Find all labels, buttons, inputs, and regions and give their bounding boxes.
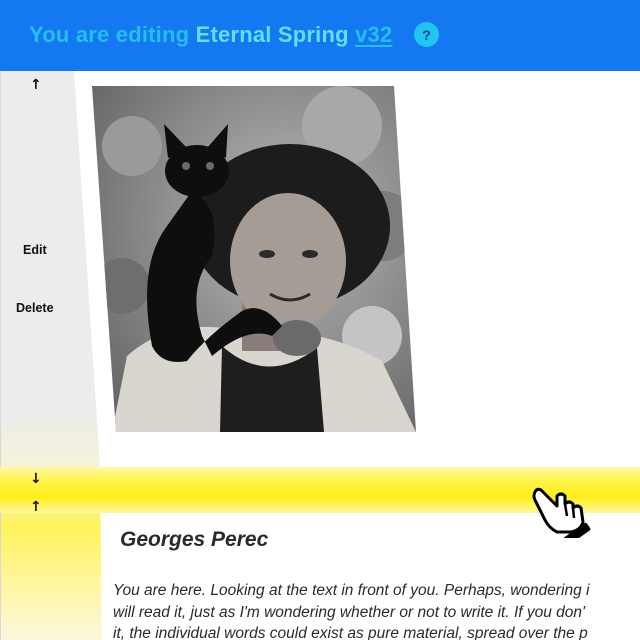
article-line: will read it, just as I'm wondering whet… [113, 603, 585, 621]
version-link[interactable]: v32 [355, 22, 392, 47]
article-title: Georges Perec [120, 528, 269, 551]
portrait-illustration [94, 86, 416, 432]
document-name: Eternal Spring [195, 22, 349, 47]
article-line: it, the individual words could exist as … [113, 625, 588, 640]
edit-button[interactable]: Edit [23, 243, 47, 257]
article-body: You are here. Looking at the text in fro… [113, 580, 640, 640]
move-up-button[interactable]: ↑ [30, 77, 42, 93]
move-down-button[interactable]: ↓ [30, 471, 42, 487]
move-up-button-next[interactable]: ↑ [30, 499, 42, 515]
editing-title: You are editing Eternal Spring v32 [29, 22, 392, 48]
top-bar: You are editing Eternal Spring v32 ? [0, 0, 640, 71]
portrait-photo [92, 86, 416, 432]
hand-pointer-icon [532, 487, 591, 538]
help-button[interactable]: ? [414, 22, 439, 47]
editing-prefix: You are editing [29, 22, 190, 47]
article-line: You are here. Looking at the text in fro… [113, 582, 590, 599]
delete-button[interactable]: Delete [16, 301, 54, 315]
sidebar-edge [0, 71, 1, 640]
left-sidebar [0, 71, 102, 640]
